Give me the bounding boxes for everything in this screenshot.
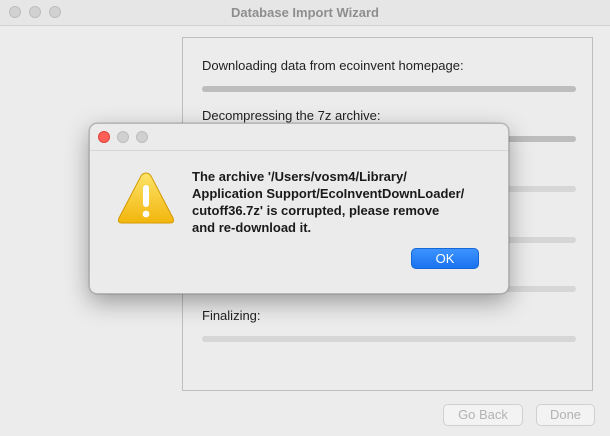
dialog-minimize-button[interactable] bbox=[117, 131, 129, 143]
dialog-divider bbox=[90, 150, 508, 151]
dialog-close-button[interactable] bbox=[98, 131, 110, 143]
warning-icon bbox=[117, 172, 175, 224]
step-label-decompress: Decompressing the 7z archive: bbox=[202, 108, 381, 123]
done-button[interactable]: Done bbox=[536, 404, 595, 426]
error-message-line: and re-download it. bbox=[192, 220, 312, 235]
step-label-finalizing: Finalizing: bbox=[202, 308, 261, 323]
error-message-line: Application Support/EcoInventDownLoader/ bbox=[192, 186, 465, 201]
error-message: The archive '/Users/vosm4/Library/ Appli… bbox=[192, 168, 492, 236]
error-message-line: cutoff36.7z' is corrupted, please remove bbox=[192, 203, 440, 218]
progress-bar-download bbox=[202, 86, 576, 92]
progress-bar-finalizing bbox=[202, 336, 576, 342]
dialog-title-bar bbox=[90, 124, 508, 150]
ok-button[interactable]: OK bbox=[411, 248, 479, 269]
window-title: Database Import Wizard bbox=[231, 5, 379, 20]
go-back-button[interactable]: Go Back bbox=[443, 404, 523, 426]
progress-fill-download bbox=[202, 86, 576, 92]
error-message-line: The archive '/Users/vosm4/Library/ bbox=[192, 169, 407, 184]
title-bar: Database Import Wizard bbox=[0, 0, 610, 26]
dialog-zoom-button[interactable] bbox=[136, 131, 148, 143]
error-dialog: The archive '/Users/vosm4/Library/ Appli… bbox=[89, 123, 509, 294]
step-label-download: Downloading data from ecoinvent homepage… bbox=[202, 58, 464, 73]
